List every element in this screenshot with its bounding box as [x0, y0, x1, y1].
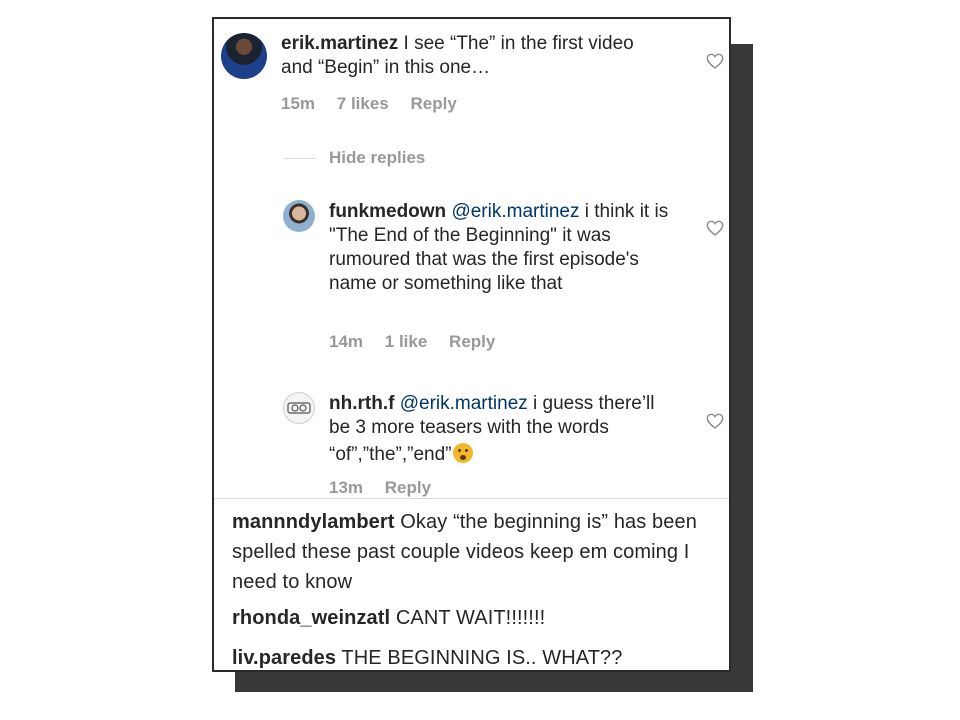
- reply-funkmedown: funkmedown @erik.martinez i think it is …: [329, 200, 679, 296]
- reply-button[interactable]: Reply: [449, 332, 495, 352]
- shushing-face-emoji-icon: [453, 443, 474, 463]
- section-divider: [214, 498, 729, 499]
- timestamp: 13m: [329, 478, 364, 497]
- comment-mannndylambert: mannndylambert Okay “the beginning is” h…: [232, 507, 712, 597]
- username[interactable]: liv.paredes: [232, 647, 336, 669]
- username[interactable]: rhonda_weinzatl: [232, 607, 390, 629]
- hide-replies-line: [283, 158, 316, 159]
- heart-icon[interactable]: [706, 220, 724, 236]
- reply-button[interactable]: Reply: [411, 94, 457, 114]
- timestamp: 14m: [329, 332, 364, 351]
- likes-count[interactable]: 7 likes: [337, 94, 389, 114]
- comment-meta: 15m 7 likes Reply: [281, 94, 457, 114]
- comment-erik: erik.martinez I see “The” in the first v…: [281, 32, 641, 80]
- username[interactable]: funkmedown: [329, 201, 446, 222]
- comment-meta: 14m 1 like Reply: [329, 332, 495, 352]
- avatar[interactable]: [283, 200, 315, 232]
- comment-meta: 13m Reply: [329, 478, 431, 498]
- hide-replies-button[interactable]: Hide replies: [329, 148, 425, 168]
- comment-liv-paredes: liv.paredes THE BEGINNING IS.. WHAT??: [232, 643, 712, 670]
- comment-body: CANT WAIT!!!!!!!: [395, 607, 546, 629]
- username[interactable]: erik.martinez: [281, 33, 398, 54]
- logo-icon: [287, 402, 311, 414]
- avatar[interactable]: [283, 392, 315, 424]
- heart-icon[interactable]: [706, 53, 724, 69]
- likes-count[interactable]: 1 like: [385, 332, 428, 352]
- comment-body: THE BEGINNING IS.. WHAT??: [341, 647, 623, 669]
- avatar[interactable]: [221, 33, 267, 79]
- mention-link[interactable]: @erik.martinez: [400, 393, 528, 414]
- username[interactable]: nh.rth.f: [329, 393, 394, 414]
- reply-nh-rth-f: nh.rth.f @erik.martinez i guess there’ll…: [329, 392, 679, 467]
- comment-rhonda-weinzatl: rhonda_weinzatl CANT WAIT!!!!!!!: [232, 603, 712, 633]
- comments-card: erik.martinez I see “The” in the first v…: [212, 17, 731, 672]
- reply-button[interactable]: Reply: [385, 478, 431, 498]
- heart-icon[interactable]: [706, 413, 724, 429]
- mention-link[interactable]: @erik.martinez: [451, 201, 579, 222]
- username[interactable]: mannndylambert: [232, 511, 395, 533]
- timestamp: 15m: [281, 94, 316, 113]
- screenshot-stage: erik.martinez I see “The” in the first v…: [0, 0, 960, 720]
